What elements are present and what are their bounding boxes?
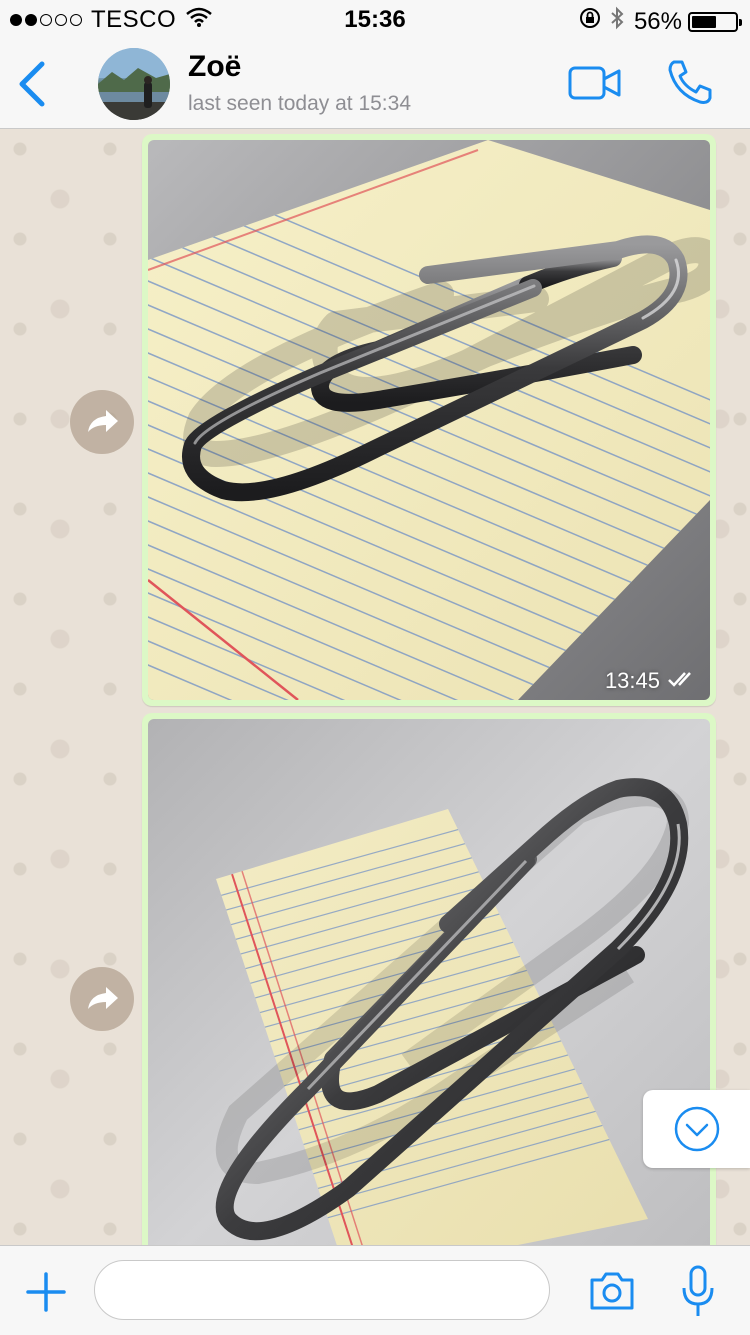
- battery-icon: [688, 11, 742, 32]
- chat-area[interactable]: 13:45: [0, 129, 750, 1245]
- battery-percent: 56%: [633, 7, 682, 35]
- rotation-lock-icon: [578, 6, 602, 37]
- paperclip-on-paper-image: [148, 719, 710, 1245]
- forward-arrow-icon: [88, 987, 118, 1009]
- video-camera-icon: [568, 66, 621, 100]
- message-time: 13:45: [604, 668, 660, 693]
- contact-name[interactable]: Zoë: [188, 50, 241, 84]
- message-input[interactable]: [94, 1260, 550, 1320]
- forward-button[interactable]: [70, 967, 134, 1031]
- message-photo[interactable]: [148, 719, 710, 1245]
- back-button[interactable]: [14, 60, 54, 108]
- voice-call-button[interactable]: [666, 58, 714, 106]
- phone-icon: [668, 60, 712, 104]
- microphone-icon: [682, 1265, 714, 1316]
- forward-button[interactable]: [70, 390, 134, 454]
- camera-button[interactable]: [588, 1268, 636, 1312]
- video-call-button[interactable]: [568, 64, 622, 104]
- chat-header: Zoë last seen today at 15:34: [0, 40, 750, 129]
- scroll-to-bottom-button[interactable]: [643, 1090, 750, 1168]
- camera-icon: [590, 1272, 634, 1310]
- message-meta: 13:45: [605, 668, 698, 694]
- avatar[interactable]: [98, 48, 170, 120]
- image-message[interactable]: [142, 713, 716, 1245]
- battery-level: [692, 15, 716, 28]
- message-photo[interactable]: 13:45: [148, 140, 710, 700]
- image-message[interactable]: 13:45: [142, 134, 716, 706]
- plus-icon: [26, 1272, 66, 1312]
- bluetooth-icon: [610, 6, 624, 37]
- chevron-left-icon: [19, 61, 45, 107]
- message-composer: [0, 1245, 750, 1335]
- chevron-down-circle-icon: [674, 1106, 720, 1152]
- double-check-icon: [668, 668, 698, 694]
- status-bar: TESCO 15:36 56%: [0, 0, 750, 40]
- paperclip-on-paper-image: [148, 140, 710, 700]
- avatar-photo: [98, 48, 170, 120]
- status-right: 56%: [578, 6, 742, 37]
- last-seen-status: last seen today at 15:34: [188, 92, 411, 115]
- microphone-button[interactable]: [680, 1264, 716, 1320]
- attach-button[interactable]: [24, 1270, 68, 1314]
- forward-arrow-icon: [88, 410, 118, 432]
